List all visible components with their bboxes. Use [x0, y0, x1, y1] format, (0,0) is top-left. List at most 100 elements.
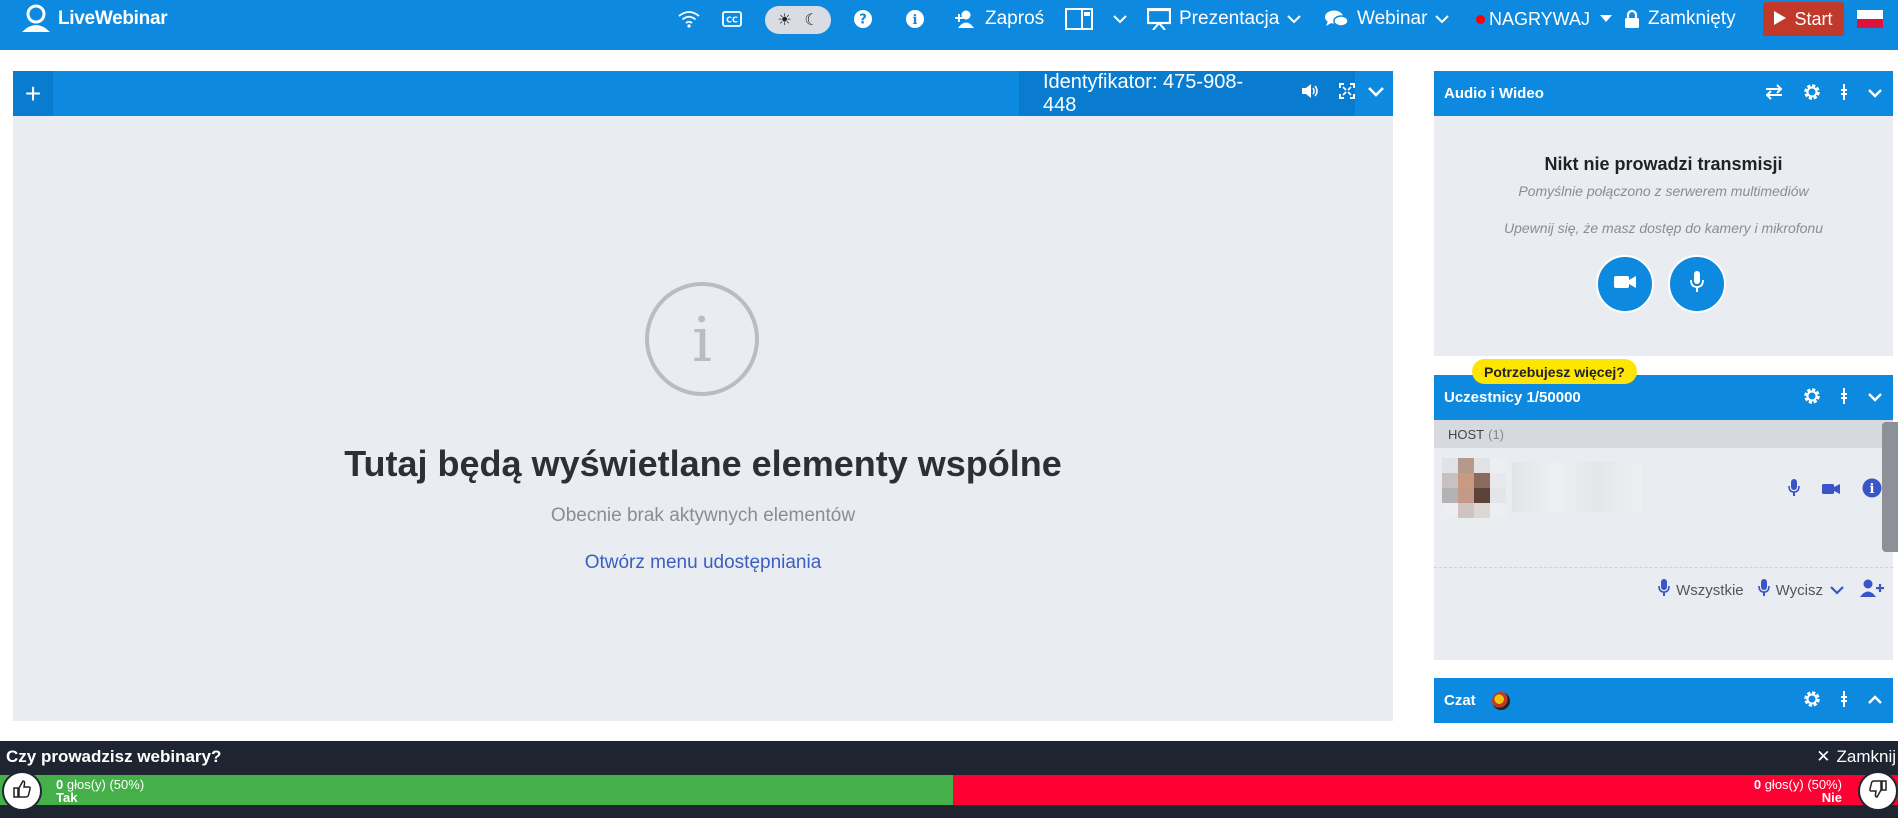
- chevron-down-icon[interactable]: [1867, 85, 1883, 102]
- chevron-up-icon[interactable]: [1867, 692, 1883, 709]
- chat-header[interactable]: Czat: [1434, 678, 1893, 723]
- collapse-shared-button[interactable]: [1358, 71, 1393, 116]
- mute-all-button[interactable]: Wszystkie: [1658, 579, 1744, 601]
- play-icon: [1774, 9, 1787, 30]
- chevron-down-icon: [1367, 85, 1385, 103]
- cc-icon: CC: [722, 11, 742, 27]
- chat-title: Czat: [1444, 692, 1476, 709]
- participant-name-blurred: [1512, 462, 1642, 512]
- layout-icon: [1065, 8, 1093, 30]
- plus-icon: +: [24, 77, 42, 109]
- participants-title: Uczestnicy 1/50000: [1444, 389, 1581, 406]
- thumbs-up-icon: [12, 779, 32, 804]
- room-identifier-bar: Identyfikator: 475-908-448: [1019, 71, 1355, 116]
- fullscreen-icon[interactable]: [1339, 82, 1355, 105]
- dots-vertical-icon[interactable]: [1841, 387, 1847, 409]
- silence-label: Wycisz: [1775, 581, 1823, 599]
- empty-state-subtitle: Obecnie brak aktywnych elementów: [550, 505, 856, 526]
- audio-video-panel: Audio i Wideo Nikt nie prowadzi transmis…: [1434, 71, 1893, 356]
- participants-panel: Uczestnicy 1/50000 HOST (1) i Wszystkie …: [1434, 375, 1893, 660]
- locked-label: Zamknięty: [1648, 8, 1736, 29]
- gear-icon[interactable]: [1803, 387, 1821, 409]
- poll-bar: Czy prowadzisz webinary? ✕ Zamknij 0 gło…: [0, 741, 1898, 818]
- wifi-icon: [678, 10, 700, 28]
- poll-yes-bar[interactable]: 0 głos(y) (50%) Tak: [0, 775, 953, 805]
- chevron-down-icon[interactable]: [1867, 389, 1883, 406]
- participant-row[interactable]: i: [1442, 458, 1882, 518]
- app-logo[interactable]: LiveWebinar: [20, 4, 168, 34]
- start-button[interactable]: Start: [1763, 2, 1844, 36]
- host-count: (1): [1488, 426, 1505, 442]
- help-icon: ?: [853, 9, 873, 29]
- volume-icon[interactable]: [1301, 82, 1319, 105]
- add-share-button[interactable]: +: [13, 71, 53, 116]
- svg-text:CC: CC: [726, 16, 738, 25]
- upgrade-badge[interactable]: Potrzebujesz więcej?: [1472, 359, 1637, 384]
- chevron-down-icon: [1435, 14, 1450, 24]
- swap-icon[interactable]: [1765, 83, 1783, 104]
- side-drawer-tab[interactable]: [1882, 422, 1898, 552]
- camera-icon[interactable]: [1822, 482, 1840, 500]
- poll-close-button[interactable]: ✕ Zamknij: [1816, 747, 1896, 767]
- info-icon[interactable]: i: [1862, 478, 1882, 503]
- yes-votes-suffix: głos(y) (50%): [66, 777, 145, 792]
- layout-button[interactable]: [1065, 0, 1127, 38]
- host-group-header[interactable]: HOST (1): [1434, 420, 1893, 448]
- audio-video-header: Audio i Wideo: [1434, 71, 1893, 116]
- captions-button[interactable]: CC: [722, 0, 742, 38]
- theme-toggle[interactable]: ☀ ☾: [765, 6, 831, 34]
- microphone-button[interactable]: [1668, 255, 1726, 313]
- info-large-icon: i: [645, 282, 759, 396]
- shared-content-panel: + Identyfikator: 475-908-448 i Tutaj będ…: [13, 71, 1393, 721]
- info-icon: i: [905, 9, 925, 29]
- svg-text:?: ?: [859, 13, 867, 28]
- mute-all-label: Wszystkie: [1676, 581, 1744, 599]
- start-label: Start: [1794, 8, 1833, 29]
- device-hint: Upewnij się, że masz dostęp do kamery i …: [1503, 220, 1824, 236]
- chat-emoji-icon: [1491, 691, 1510, 710]
- camera-button[interactable]: [1596, 255, 1654, 313]
- connection-button[interactable]: [678, 0, 700, 38]
- record-button[interactable]: NAGRYWAJ: [1476, 0, 1613, 38]
- microphone-icon: [1689, 270, 1705, 298]
- no-votes: 0: [1753, 777, 1762, 792]
- lock-room-button[interactable]: Zamknięty: [1624, 0, 1736, 38]
- microphone-icon: [1658, 579, 1670, 601]
- logo-text: LiveWebinar: [58, 8, 168, 29]
- chevron-down-icon: [1113, 14, 1127, 24]
- add-user-icon: [1859, 578, 1885, 602]
- gear-icon[interactable]: [1803, 83, 1821, 105]
- no-label: Nie: [1821, 790, 1842, 805]
- dots-vertical-icon[interactable]: [1841, 690, 1847, 712]
- dots-vertical-icon[interactable]: [1841, 83, 1847, 105]
- presentation-menu[interactable]: Prezentacja: [1147, 0, 1302, 38]
- host-label: HOST: [1448, 426, 1485, 442]
- close-icon: ✕: [1816, 747, 1831, 766]
- room-identifier: Identyfikator: 475-908-448: [1043, 70, 1244, 116]
- add-user-icon: [955, 9, 977, 29]
- moon-icon: ☾: [804, 12, 819, 29]
- poll-no-bar[interactable]: 0 głos(y) (50%) Nie: [953, 775, 1898, 805]
- poll-question: Czy prowadzisz webinary?: [6, 747, 222, 766]
- help-button[interactable]: ?: [853, 0, 873, 38]
- audio-video-title: Audio i Wideo: [1444, 85, 1544, 102]
- open-share-menu-link[interactable]: Otwórz menu udostępniania: [13, 552, 1393, 574]
- svg-text:i: i: [1870, 482, 1875, 497]
- gear-icon[interactable]: [1803, 690, 1821, 712]
- add-participant-button[interactable]: [1859, 578, 1885, 602]
- info-button[interactable]: i: [905, 0, 925, 38]
- vote-yes-button[interactable]: [2, 771, 42, 811]
- poll-close-label: Zamknij: [1836, 747, 1896, 766]
- microphone-icon[interactable]: [1788, 479, 1800, 502]
- connected-message: Pomyślnie połączono z serwerem multimedi…: [1518, 183, 1809, 199]
- invite-button[interactable]: Zaproś: [955, 0, 1044, 38]
- chevron-down-icon: [1287, 14, 1302, 24]
- webinar-menu[interactable]: Webinar: [1325, 0, 1450, 38]
- svg-text:i: i: [913, 13, 918, 28]
- silence-button[interactable]: Wycisz: [1757, 579, 1845, 601]
- vote-no-button[interactable]: [1858, 771, 1898, 811]
- poland-flag-icon[interactable]: [1857, 10, 1883, 28]
- logo-icon: [20, 4, 52, 34]
- shared-panel-header: + Identyfikator: 475-908-448: [13, 71, 1393, 116]
- webinar-label: Webinar: [1357, 8, 1428, 29]
